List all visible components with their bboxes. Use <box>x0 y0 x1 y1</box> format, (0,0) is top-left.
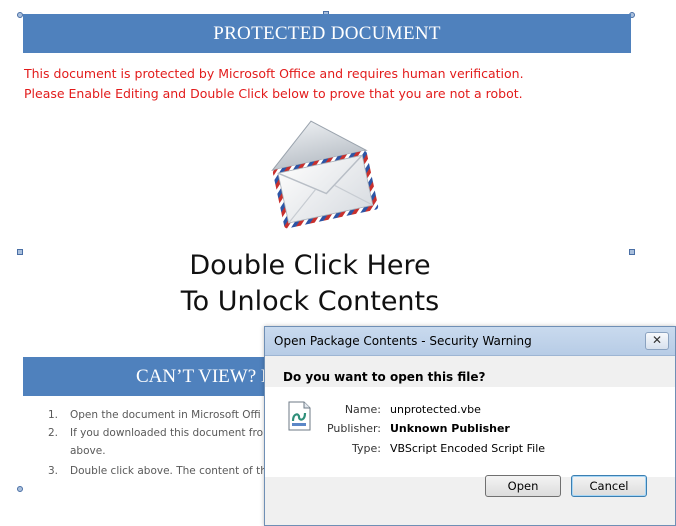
file-type-value: VBScript Encoded Script File <box>390 442 546 455</box>
list-item-text: Double click above. The content of th <box>70 465 267 477</box>
verification-warning-line-2: Please Enable Editing and Double Click b… <box>24 86 523 101</box>
cant-view-title: CAN’T VIEW? F <box>136 366 272 387</box>
list-item: 2. If you downloaded this document fro <box>44 424 267 442</box>
list-item-text: If you downloaded this document fro <box>70 427 264 439</box>
unlock-contents-line-1[interactable]: Double Click Here <box>100 250 520 281</box>
open-button[interactable]: Open <box>485 475 561 497</box>
list-item: 1. Open the document in Microsoft Offi <box>44 406 267 424</box>
dialog-titlebar[interactable]: Open Package Contents - Security Warning… <box>265 327 675 356</box>
file-details-panel: Name: unprotected.vbe Publisher: Unknown… <box>265 387 675 477</box>
instruction-list: 1. Open the document in Microsoft Offi 2.… <box>44 406 267 480</box>
list-item-text: Open the document in Microsoft Offi <box>70 409 261 421</box>
publisher-value: Unknown Publisher <box>390 422 510 435</box>
list-item: above. <box>44 442 267 460</box>
list-item-text: above. <box>70 445 106 457</box>
file-name-value: unprotected.vbe <box>390 403 481 416</box>
selection-handle-bottom-left[interactable] <box>17 486 23 492</box>
selection-handle-middle-left[interactable] <box>17 249 23 255</box>
name-label: Name: <box>344 403 381 416</box>
cancel-button[interactable]: Cancel <box>571 475 647 497</box>
envelope-icon[interactable] <box>252 112 392 239</box>
selection-handle-middle-right[interactable] <box>629 249 635 255</box>
list-item: 3. Double click above. The content of th <box>44 462 267 480</box>
verification-warning-line-1: This document is protected by Microsoft … <box>24 66 524 81</box>
type-label: Type: <box>352 442 381 455</box>
close-icon[interactable]: ✕ <box>645 332 669 350</box>
list-item-number: 1. <box>48 409 59 421</box>
dialog-question: Do you want to open this file? <box>283 370 486 384</box>
unlock-contents-line-2[interactable]: To Unlock Contents <box>100 286 520 317</box>
security-warning-dialog: Open Package Contents - Security Warning… <box>264 326 676 526</box>
protected-document-banner: PROTECTED DOCUMENT <box>23 14 631 53</box>
list-item-number: 3. <box>48 465 59 477</box>
list-item-number: 2. <box>48 427 59 439</box>
publisher-label: Publisher: <box>326 422 381 435</box>
dialog-title: Open Package Contents - Security Warning <box>274 334 532 348</box>
